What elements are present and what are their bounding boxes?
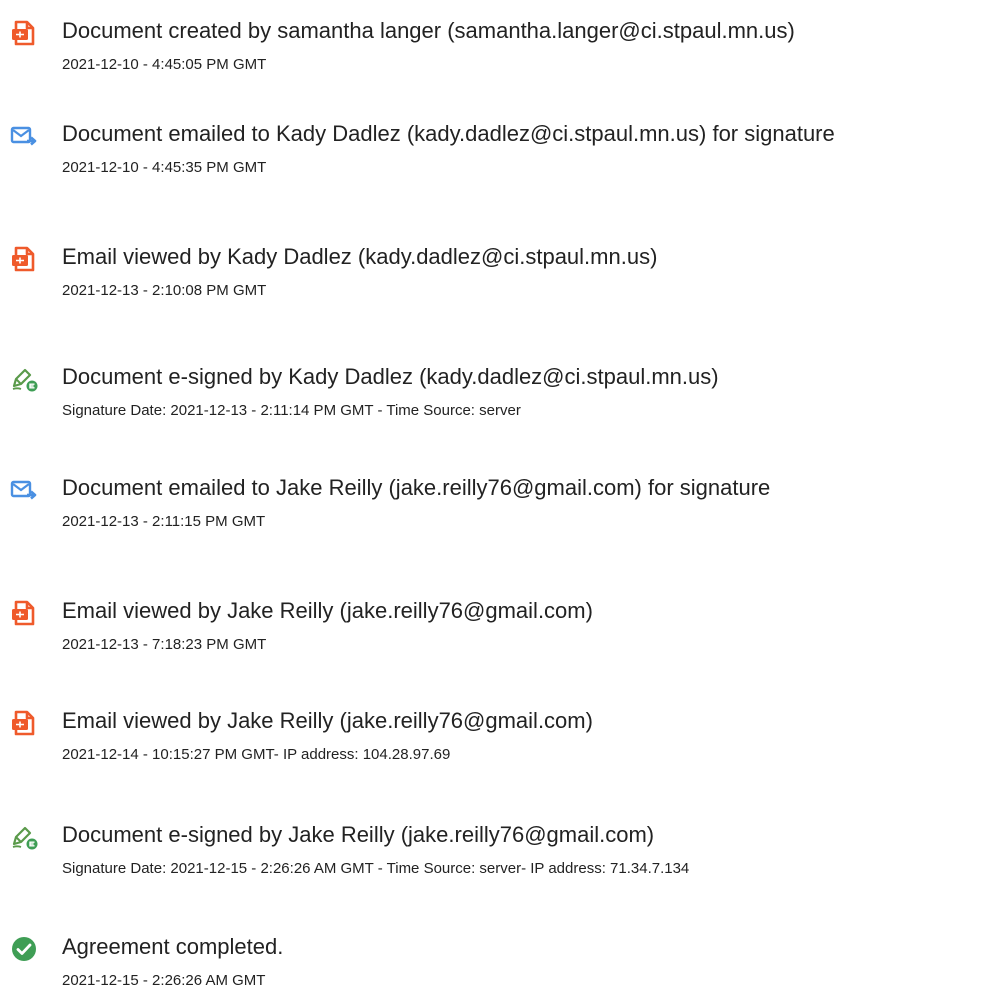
check-circle-icon xyxy=(10,935,38,963)
event-timestamp: 2021-12-15 - 2:26:26 AM GMT xyxy=(62,972,266,989)
event-title: Email viewed by Jake Reilly (jake.reilly… xyxy=(62,598,593,623)
document-icon xyxy=(10,19,38,47)
audit-history: Document created by samantha langer (sam… xyxy=(0,0,999,995)
event-ip-details: 2021-12-14 - 10:15:27 PM GMT- IP address… xyxy=(62,746,451,763)
event-timestamp: 2021-12-13 - 7:18:23 PM GMT xyxy=(62,636,267,653)
history-event: Agreement completed. 2021-12-15 - 2:26:2… xyxy=(0,926,999,996)
email-send-icon xyxy=(10,122,38,150)
history-event: Email viewed by Jake Reilly (jake.reilly… xyxy=(0,590,999,660)
history-event: Email viewed by Jake Reilly (jake.reilly… xyxy=(0,700,999,770)
event-title: Document emailed to Kady Dadlez (kady.da… xyxy=(62,121,835,146)
history-event: Document emailed to Kady Dadlez (kady.da… xyxy=(0,113,999,183)
history-event: Document emailed to Jake Reilly (jake.re… xyxy=(0,467,999,537)
event-signature-details: Signature Date: 2021-12-13 - 2:11:14 PM … xyxy=(62,402,521,419)
event-title: Document e-signed by Jake Reilly (jake.r… xyxy=(62,822,655,847)
event-timestamp: 2021-12-10 - 4:45:35 PM GMT xyxy=(62,159,267,176)
event-timestamp: 2021-12-13 - 2:10:08 PM GMT xyxy=(62,282,267,299)
event-timestamp: 2021-12-10 - 4:45:05 PM GMT xyxy=(62,56,267,73)
history-event: Document created by samantha langer (sam… xyxy=(0,10,999,80)
history-event: Email viewed by Kady Dadlez (kady.dadlez… xyxy=(0,236,999,306)
history-event: Document e-signed by Kady Dadlez (kady.d… xyxy=(0,356,999,426)
history-event: Document e-signed by Jake Reilly (jake.r… xyxy=(0,814,999,884)
e-sign-icon xyxy=(10,365,38,393)
event-signature-details: Signature Date: 2021-12-15 - 2:26:26 AM … xyxy=(62,860,690,877)
event-timestamp: 2021-12-13 - 2:11:15 PM GMT xyxy=(62,513,266,530)
e-sign-icon xyxy=(10,823,38,851)
document-icon xyxy=(10,709,38,737)
document-icon xyxy=(10,599,38,627)
event-title: Agreement completed. xyxy=(62,934,284,959)
event-title: Email viewed by Kady Dadlez (kady.dadlez… xyxy=(62,244,658,269)
document-icon xyxy=(10,245,38,273)
event-title: Email viewed by Jake Reilly (jake.reilly… xyxy=(62,708,593,733)
event-title: Document created by samantha langer (sam… xyxy=(62,18,795,43)
event-title: Document e-signed by Kady Dadlez (kady.d… xyxy=(62,364,719,389)
event-title: Document emailed to Jake Reilly (jake.re… xyxy=(62,475,771,500)
email-send-icon xyxy=(10,476,38,504)
